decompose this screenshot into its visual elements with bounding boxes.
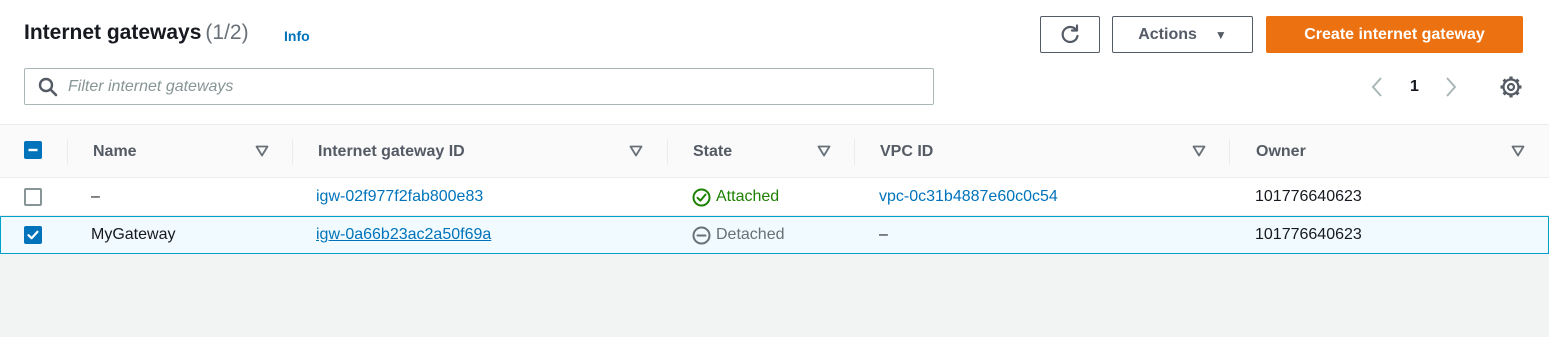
cell-owner: 101776640623	[1255, 226, 1362, 243]
info-link[interactable]: Info	[284, 28, 310, 44]
filter-input[interactable]	[68, 77, 888, 96]
checkmark-icon	[27, 230, 39, 240]
column-header-vpc-id[interactable]: VPC ID	[880, 125, 933, 178]
title-text: Internet gateways	[24, 21, 202, 44]
actions-label: Actions	[1138, 25, 1197, 43]
settings-gear-icon[interactable]	[1499, 75, 1523, 99]
chevron-left-icon	[1371, 77, 1382, 97]
page-number-1[interactable]: 1	[1410, 76, 1419, 98]
column-divider	[667, 139, 668, 165]
table-row[interactable]: – igw-02f977f2fab800e83 Attached vpc-0c3…	[0, 178, 1549, 216]
caret-down-icon: ▼	[1214, 27, 1227, 42]
sort-triangle-icon[interactable]	[629, 144, 643, 158]
column-header-state[interactable]: State	[693, 125, 732, 178]
table-column-headers: Name Internet gateway ID State VPC ID Ow…	[0, 125, 1549, 178]
cell-owner: 101776640623	[1255, 188, 1362, 205]
vpc-id-link[interactable]: vpc-0c31b4887e60c0c54	[879, 178, 1058, 216]
internet-gateways-panel: Internet gateways (1/2) Info Actions ▼ Cr…	[0, 0, 1549, 337]
empty-table-area	[0, 254, 1549, 337]
previous-page-button[interactable]	[1370, 76, 1384, 98]
column-divider	[67, 139, 68, 165]
chevron-right-icon	[1446, 77, 1457, 97]
row-checkbox-checked[interactable]	[24, 226, 42, 244]
state-label: Detached	[716, 226, 785, 243]
search-icon	[38, 77, 58, 96]
minus-circle-icon	[692, 226, 711, 244]
refresh-button[interactable]	[1040, 16, 1100, 53]
column-divider	[1229, 139, 1230, 165]
sort-triangle-icon[interactable]	[817, 144, 831, 158]
table-header-panel: Internet gateways (1/2) Info Actions ▼ Cr…	[0, 0, 1549, 125]
sort-triangle-icon[interactable]	[255, 144, 269, 158]
actions-dropdown-button[interactable]: Actions ▼	[1112, 16, 1253, 53]
column-header-owner[interactable]: Owner	[1256, 125, 1306, 178]
indeterminate-icon	[28, 148, 38, 152]
select-all-checkbox[interactable]	[24, 141, 42, 159]
create-internet-gateway-button[interactable]: Create internet gateway	[1266, 16, 1523, 53]
state-label: Attached	[716, 188, 780, 205]
filter-box[interactable]	[24, 68, 934, 105]
selection-count: (1/2)	[205, 21, 249, 44]
create-label: Create internet gateway	[1304, 25, 1485, 43]
sort-triangle-icon[interactable]	[1511, 144, 1525, 158]
table-row-selected[interactable]: MyGateway igw-0a66b23ac2a50f69a Detached…	[0, 216, 1549, 254]
column-divider	[292, 139, 293, 165]
row-checkbox[interactable]	[24, 188, 42, 206]
cell-name: –	[91, 188, 100, 205]
check-circle-icon	[692, 188, 711, 206]
cell-state: Detached	[692, 216, 785, 254]
cell-state: Attached	[692, 178, 779, 216]
column-header-gateway-id[interactable]: Internet gateway ID	[318, 125, 465, 178]
page-title: Internet gateways (1/2)	[24, 21, 249, 45]
column-divider	[854, 139, 855, 165]
sort-triangle-icon[interactable]	[1192, 144, 1206, 158]
refresh-icon	[1061, 23, 1079, 43]
cell-name: MyGateway	[91, 226, 176, 243]
next-page-button[interactable]	[1444, 76, 1458, 98]
cell-vpc-id: –	[879, 226, 888, 243]
column-header-name[interactable]: Name	[93, 125, 137, 178]
gateway-id-link[interactable]: igw-0a66b23ac2a50f69a	[316, 216, 491, 254]
gateway-id-link[interactable]: igw-02f977f2fab800e83	[316, 178, 483, 216]
